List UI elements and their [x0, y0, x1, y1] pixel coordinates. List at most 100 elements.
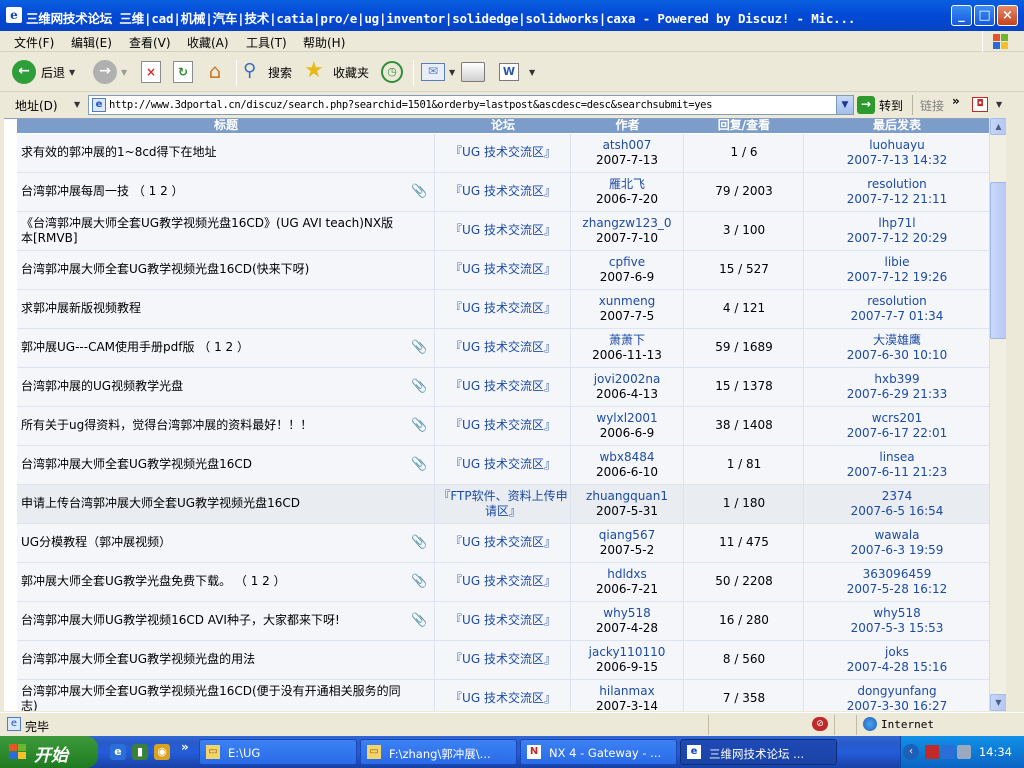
- author-link[interactable]: qiang567: [571, 528, 683, 543]
- last-poster-link[interactable]: 大漠雄鹰: [804, 333, 989, 348]
- forum-link[interactable]: 『UG 技术交流区』: [435, 418, 571, 433]
- close-button[interactable]: ×: [997, 5, 1018, 26]
- last-poster-link[interactable]: dongyunfang: [804, 684, 989, 699]
- last-poster-link[interactable]: 2374: [804, 489, 989, 504]
- author-link[interactable]: zhuangquan1: [571, 489, 683, 504]
- addon-dropdown-icon[interactable]: ▼: [996, 100, 1002, 109]
- links-chevron-icon[interactable]: »: [952, 94, 960, 108]
- last-post-time[interactable]: 2007-6-11 21:23: [804, 465, 989, 480]
- task-explorer-ug[interactable]: ▭ E:\UG: [199, 739, 357, 765]
- refresh-button[interactable]: ↻: [173, 58, 193, 86]
- addon-icon[interactable]: ◘: [972, 97, 988, 112]
- topic-link[interactable]: UG分模教程（郭冲展视频）: [21, 535, 401, 550]
- favorites-button[interactable]: ★ 收藏夹: [304, 58, 369, 86]
- forum-link[interactable]: 『UG 技术交流区』: [435, 574, 571, 589]
- last-post-time[interactable]: 2007-6-30 10:10: [804, 348, 989, 363]
- author-link[interactable]: cpfive: [571, 255, 683, 270]
- last-poster-link[interactable]: resolution: [804, 294, 989, 309]
- last-post-time[interactable]: 2007-6-3 19:59: [804, 543, 989, 558]
- topic-link[interactable]: 台湾郭冲展大师全套UG教学视频光盘16CD(便于没有开通相关服务的同志): [21, 684, 401, 711]
- topic-link[interactable]: 台湾郭冲展大师全套UG教学视频光盘16CD: [21, 457, 401, 472]
- ie-quicklaunch-icon[interactable]: e: [110, 744, 126, 760]
- header-last-post[interactable]: 最后发表: [804, 119, 989, 133]
- menu-file[interactable]: 文件(F): [14, 34, 54, 51]
- author-link[interactable]: 萧萧下: [571, 333, 683, 348]
- app-quicklaunch-icon[interactable]: ◉: [154, 744, 170, 760]
- topic-link[interactable]: 求有效的郭冲展的1~8cd得下在地址: [21, 145, 401, 160]
- last-post-time[interactable]: 2007-3-30 16:27: [804, 699, 989, 711]
- links-label[interactable]: 链接: [920, 97, 944, 114]
- author-link[interactable]: xunmeng: [571, 294, 683, 309]
- topic-link[interactable]: 申请上传台湾郭冲展大师全套UG教学视频光盘16CD: [21, 496, 401, 511]
- forum-link[interactable]: 『FTP软件、资料上传申请区』: [435, 489, 571, 519]
- forum-link[interactable]: 『UG 技术交流区』: [435, 223, 571, 238]
- last-post-time[interactable]: 2007-4-28 15:16: [804, 660, 989, 675]
- volume-icon[interactable]: [957, 745, 971, 759]
- topic-link[interactable]: 台湾郭冲展大师全套UG教学视频光盘的用法: [21, 652, 401, 667]
- print-button[interactable]: [461, 58, 485, 86]
- go-button[interactable]: → 转到: [857, 96, 903, 114]
- back-button[interactable]: ← 后退 ▼: [12, 58, 75, 86]
- address-input[interactable]: e http://www.3dportal.cn/discuz/search.p…: [88, 95, 854, 115]
- last-poster-link[interactable]: luohuayu: [804, 138, 989, 153]
- author-link[interactable]: zhangzw123_0: [571, 216, 683, 231]
- last-post-time[interactable]: 2007-5-28 16:12: [804, 582, 989, 597]
- topic-link[interactable]: 求郭冲展新版视频教程: [21, 301, 401, 316]
- menu-help[interactable]: 帮助(H): [303, 34, 345, 51]
- last-post-time[interactable]: 2007-7-13 14:32: [804, 153, 989, 168]
- task-ie-forum[interactable]: e 三维网技术论坛 ...: [680, 739, 837, 765]
- forum-link[interactable]: 『UG 技术交流区』: [435, 340, 571, 355]
- topic-link[interactable]: 郭冲展UG---CAM使用手册pdf版 （ 1 2 ）: [21, 340, 401, 355]
- media-quicklaunch-icon[interactable]: ▮: [132, 744, 148, 760]
- topic-link[interactable]: 台湾郭冲展大师全套UG教学视频光盘16CD(快来下呀): [21, 262, 401, 277]
- start-button[interactable]: 开始: [0, 736, 98, 768]
- scroll-up-button[interactable]: ▲: [990, 118, 1007, 135]
- author-link[interactable]: atsh007: [571, 138, 683, 153]
- topic-link[interactable]: 郭冲展大师全套UG教学光盘免费下载。 （ 1 2 ）: [21, 574, 401, 589]
- tray-expand-icon[interactable]: ‹: [903, 744, 919, 760]
- network-icon[interactable]: [941, 745, 955, 759]
- topic-link[interactable]: 《台湾郭冲展大师全套UG教学视频光盘16CD》(UG AVI teach)NX版…: [21, 216, 401, 246]
- forum-link[interactable]: 『UG 技术交流区』: [435, 379, 571, 394]
- menu-favorites[interactable]: 收藏(A): [187, 34, 229, 51]
- topic-link[interactable]: 台湾郭冲展大师UG教学视频16CD AVI种子，大家都来下呀!: [21, 613, 401, 628]
- mail-dropdown-icon[interactable]: ▼: [449, 68, 455, 77]
- forum-link[interactable]: 『UG 技术交流区』: [435, 301, 571, 316]
- scroll-thumb[interactable]: [990, 182, 1007, 339]
- maximize-button[interactable]: □: [974, 5, 995, 26]
- address-toolbar-dropdown-icon[interactable]: ▼: [74, 100, 80, 109]
- last-poster-link[interactable]: joks: [804, 645, 989, 660]
- address-url[interactable]: http://www.3dportal.cn/discuz/search.php…: [109, 99, 712, 111]
- home-button[interactable]: ⌂: [203, 58, 227, 86]
- tray-app-icon[interactable]: [925, 745, 939, 759]
- last-post-time[interactable]: 2007-6-29 21:33: [804, 387, 989, 402]
- header-forum[interactable]: 论坛: [435, 119, 571, 133]
- header-author[interactable]: 作者: [571, 119, 684, 133]
- last-poster-link[interactable]: libie: [804, 255, 989, 270]
- topic-link[interactable]: 台湾郭冲展每周一技 （ 1 2 ）: [21, 184, 401, 199]
- author-link[interactable]: wbx8484: [571, 450, 683, 465]
- header-title[interactable]: 标题: [17, 119, 435, 133]
- last-poster-link[interactable]: wcrs201: [804, 411, 989, 426]
- topic-link[interactable]: 台湾郭冲展的UG视频教学光盘: [21, 379, 401, 394]
- forum-link[interactable]: 『UG 技术交流区』: [435, 613, 571, 628]
- forum-link[interactable]: 『UG 技术交流区』: [435, 457, 571, 472]
- forum-link[interactable]: 『UG 技术交流区』: [435, 184, 571, 199]
- forward-button[interactable]: → ▼: [93, 58, 127, 86]
- author-link[interactable]: hilanmax: [571, 684, 683, 699]
- author-link[interactable]: jovi2002na: [571, 372, 683, 387]
- back-dropdown-icon[interactable]: ▼: [69, 68, 75, 77]
- author-link[interactable]: why518: [571, 606, 683, 621]
- task-explorer-zhang[interactable]: ▭ F:\zhang\郭冲展\...: [360, 739, 517, 765]
- last-poster-link[interactable]: why518: [804, 606, 989, 621]
- quicklaunch-chevron-icon[interactable]: »: [181, 740, 189, 754]
- menu-tools[interactable]: 工具(T): [246, 34, 287, 51]
- menu-edit[interactable]: 编辑(E): [71, 34, 112, 51]
- last-poster-link[interactable]: lhp71l: [804, 216, 989, 231]
- last-poster-link[interactable]: 363096459: [804, 567, 989, 582]
- last-post-time[interactable]: 2007-7-12 20:29: [804, 231, 989, 246]
- search-button[interactable]: ⚲ 搜索: [243, 58, 292, 86]
- header-replies-views[interactable]: 回复/查看: [684, 119, 804, 133]
- mail-button[interactable]: ✉ ▼: [421, 58, 455, 86]
- last-post-time[interactable]: 2007-5-3 15:53: [804, 621, 989, 636]
